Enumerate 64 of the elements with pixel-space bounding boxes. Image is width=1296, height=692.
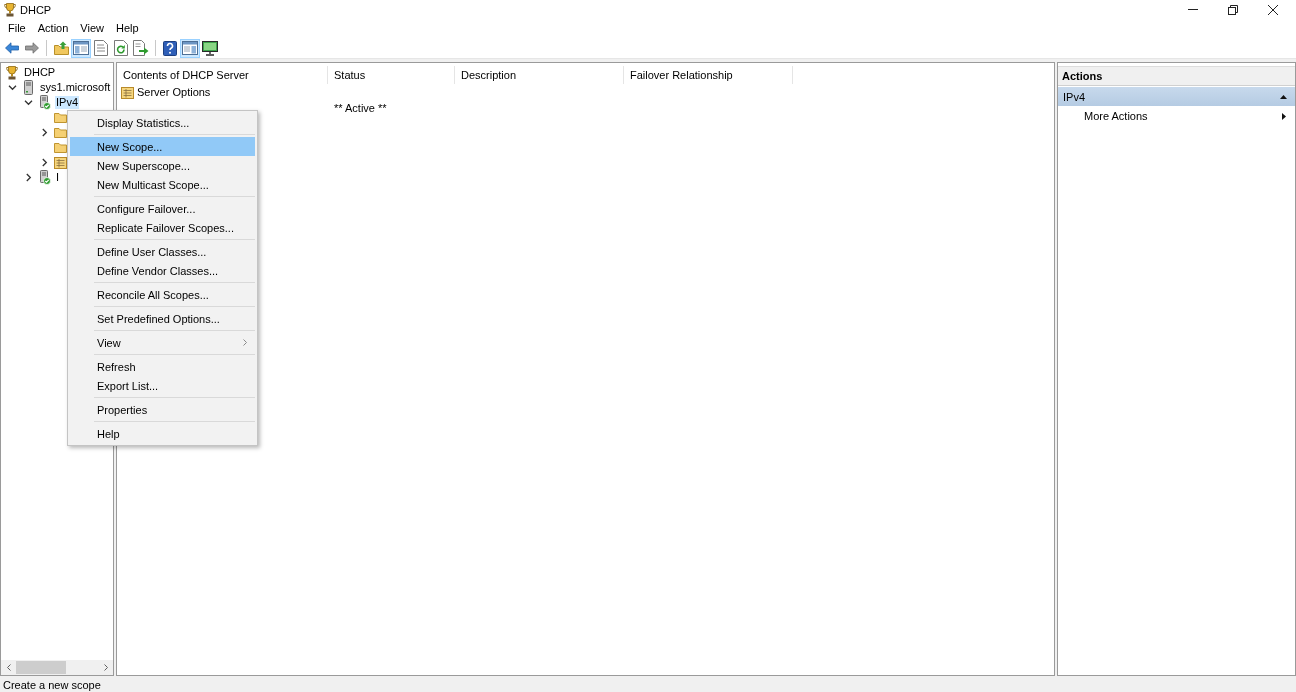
menu-item[interactable]: Export List... (70, 376, 255, 395)
tree-item[interactable]: I (55, 171, 61, 184)
server-check-icon (37, 170, 51, 185)
action-pane-button[interactable] (180, 38, 200, 58)
menu-item[interactable]: File (2, 21, 32, 36)
pane-title: Actions (1058, 66, 1295, 86)
arrow-left-icon (5, 42, 19, 54)
menu-item[interactable]: Set Predefined Options... (70, 309, 255, 328)
menu-item[interactable]: Display Statistics... (70, 113, 255, 132)
properties-button[interactable] (91, 38, 111, 58)
server-check-icon (37, 95, 51, 110)
menu-item[interactable]: View (70, 333, 255, 352)
menu-item[interactable]: Configure Failover... (70, 199, 255, 218)
chevron-right-icon[interactable] (39, 128, 49, 137)
grid-icon (121, 85, 134, 99)
column-header[interactable]: Status (328, 66, 455, 84)
window-left-panel-icon (73, 41, 89, 55)
menu-item[interactable]: Properties (70, 400, 255, 419)
export-button[interactable] (131, 38, 151, 58)
monitor-button[interactable] (200, 38, 220, 58)
triangle-up-icon[interactable] (1280, 94, 1287, 99)
monitor-icon (202, 40, 218, 56)
scroll-right-icon[interactable] (103, 664, 108, 671)
chevron-right-icon[interactable] (23, 173, 33, 182)
tree-item[interactable]: DHCP (23, 66, 57, 79)
actions-section-header[interactable]: IPv4 (1058, 87, 1295, 106)
column-header[interactable]: Failover Relationship (624, 66, 793, 84)
table-cell: ** Active ** (334, 102, 387, 114)
chevron-down-icon[interactable] (7, 83, 17, 92)
status-text: Create a new scope (3, 678, 101, 691)
menu-item[interactable]: Define User Classes... (70, 242, 255, 261)
arrow-right-icon (25, 42, 39, 54)
menu-item[interactable]: New Scope... (70, 137, 255, 156)
trophy-icon (6, 65, 18, 80)
action-item[interactable]: More Actions (1058, 106, 1295, 126)
tree-item[interactable]: IPv4 (55, 96, 79, 109)
menu-item[interactable]: Replicate Failover Scopes... (70, 218, 255, 237)
table-cell[interactable]: Server Options (137, 86, 211, 98)
menu-item[interactable]: Refresh (70, 357, 255, 376)
menu-item[interactable]: Help (70, 424, 255, 443)
menu-item[interactable]: View (74, 21, 110, 36)
chevron-right-icon[interactable] (39, 158, 49, 167)
column-header[interactable]: Contents of DHCP Server (117, 66, 328, 84)
menu-item[interactable]: Action (31, 21, 75, 36)
menu-item[interactable]: New Superscope... (70, 156, 255, 175)
scrollbar-thumb[interactable] (16, 661, 66, 674)
folder-up-arrow-icon (53, 41, 69, 55)
window-right-panel-icon (182, 41, 198, 55)
window-title: DHCP (20, 2, 52, 17)
trophy-icon (4, 2, 16, 17)
menu-item[interactable]: New Multicast Scope... (70, 175, 255, 194)
menu-item[interactable]: Reconcile All Scopes... (70, 285, 255, 304)
chevron-down-icon[interactable] (23, 98, 33, 107)
console-tree-button[interactable] (71, 38, 91, 58)
restore-icon[interactable] (1228, 4, 1238, 15)
menu-item[interactable]: Define Vendor Classes... (70, 261, 255, 280)
help-button[interactable] (160, 38, 180, 58)
close-icon[interactable] (1268, 4, 1278, 15)
scroll-left-icon[interactable] (6, 664, 11, 671)
server-icon (23, 80, 33, 95)
tree-item[interactable]: sys1.microsoft (39, 81, 112, 94)
column-header[interactable]: Description (455, 66, 624, 84)
menu-item[interactable]: Help (109, 21, 145, 36)
refresh-button[interactable] (111, 38, 131, 58)
